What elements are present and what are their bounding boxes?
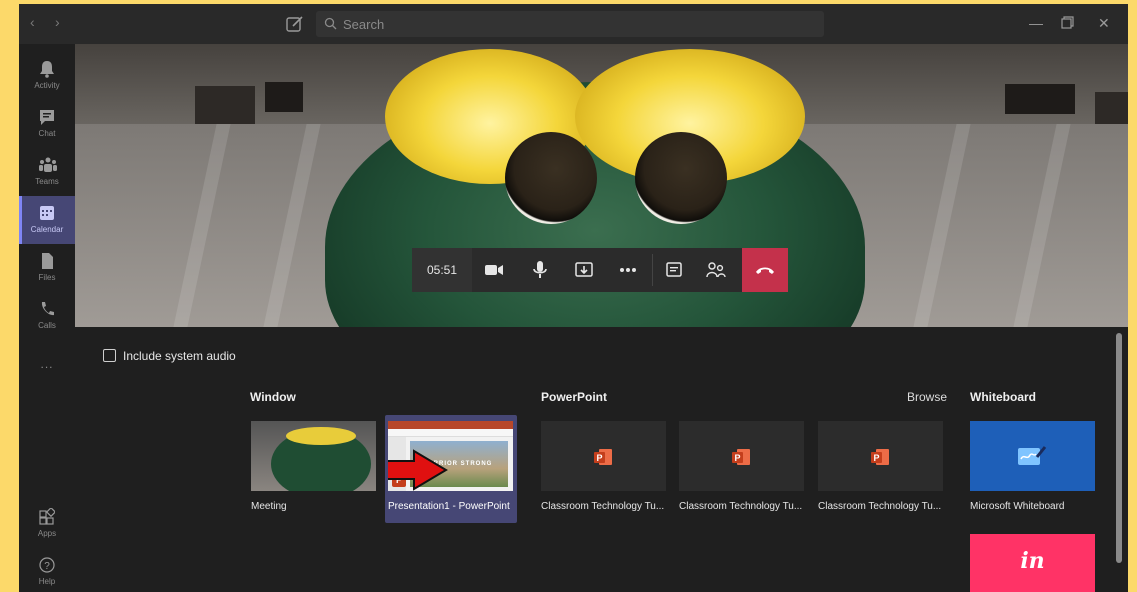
teams-window: ‹ › Search — ✕ Activity Chat Teams Calen… bbox=[19, 4, 1128, 592]
rail-label: Help bbox=[38, 577, 56, 586]
restore-icon[interactable] bbox=[1061, 16, 1074, 29]
tray-scrollbar[interactable] bbox=[1116, 333, 1122, 563]
browse-link[interactable]: Browse bbox=[907, 390, 947, 404]
window-section-title: Window bbox=[250, 390, 296, 404]
window-caption: Meeting bbox=[251, 501, 287, 512]
whiteboard-tile-microsoft[interactable] bbox=[970, 421, 1095, 491]
svg-text:P: P bbox=[596, 453, 602, 463]
presentation-thumb: WARRIOR STRONG P bbox=[388, 421, 513, 491]
call-control-bar: 05:51 bbox=[412, 248, 788, 292]
apps-icon bbox=[39, 508, 55, 525]
ceiling-fixture bbox=[1005, 84, 1075, 114]
camera-button[interactable] bbox=[476, 248, 512, 292]
bell-icon bbox=[40, 61, 54, 78]
app-rail: Activity Chat Teams Calendar Files Calls… bbox=[19, 44, 75, 592]
invision-logo: in bbox=[1020, 548, 1045, 574]
include-audio-checkbox[interactable] bbox=[103, 349, 116, 362]
powerpoint-icon: P bbox=[594, 449, 612, 465]
include-audio-label: Include system audio bbox=[123, 349, 236, 363]
file-icon bbox=[42, 253, 53, 269]
share-tray: Include system audio Window PowerPoint B… bbox=[75, 327, 1128, 592]
mascot-eye-right bbox=[635, 132, 727, 224]
participants-icon bbox=[706, 262, 726, 278]
rail-label: Files bbox=[38, 273, 56, 282]
red-arrow-icon bbox=[388, 449, 448, 491]
participants-button[interactable] bbox=[698, 248, 734, 292]
rail-label: Calls bbox=[38, 321, 56, 330]
hangup-button[interactable] bbox=[742, 248, 788, 292]
svg-text:P: P bbox=[734, 453, 740, 463]
video-feed: 05:51 bbox=[75, 44, 1128, 327]
svg-text:?: ? bbox=[44, 561, 50, 572]
powerpoint-icon: P bbox=[871, 449, 889, 465]
mic-icon bbox=[533, 261, 547, 278]
svg-text:P: P bbox=[873, 453, 879, 463]
rail-item-files[interactable]: Files bbox=[19, 244, 75, 292]
minimize-icon[interactable]: — bbox=[1029, 15, 1043, 31]
control-divider bbox=[652, 254, 653, 286]
rail-item-help[interactable]: ? Help bbox=[19, 548, 75, 592]
chevron-left-icon[interactable]: ‹ bbox=[30, 14, 35, 30]
powerpoint-tile-1[interactable]: P bbox=[541, 421, 666, 491]
phone-icon bbox=[41, 302, 54, 316]
whiteboard-tile-invision[interactable]: in bbox=[970, 534, 1095, 592]
powerpoint-icon: P bbox=[732, 449, 750, 465]
powerpoint-tile-3[interactable]: P bbox=[818, 421, 943, 491]
rail-label: Calendar bbox=[30, 225, 64, 234]
chat-icon bbox=[40, 110, 54, 125]
compose-icon[interactable] bbox=[285, 14, 305, 34]
ppt-toolbar bbox=[388, 429, 513, 437]
whiteboard-section-title: Whiteboard bbox=[970, 390, 1036, 404]
ceiling-fixture bbox=[265, 82, 303, 112]
chevron-right-icon[interactable]: › bbox=[55, 14, 60, 30]
search-icon bbox=[324, 17, 337, 30]
rail-item-apps[interactable]: Apps bbox=[19, 500, 75, 548]
rail-item-chat[interactable]: Chat bbox=[19, 100, 75, 148]
rail-item-calls[interactable]: Calls bbox=[19, 292, 75, 340]
hangup-icon bbox=[756, 267, 774, 274]
calendar-icon bbox=[40, 206, 54, 220]
powerpoint-section-title: PowerPoint bbox=[541, 390, 608, 404]
rail-item-teams[interactable]: Teams bbox=[19, 148, 75, 196]
more-actions-button[interactable] bbox=[610, 248, 646, 292]
search-input[interactable]: Search bbox=[316, 11, 824, 37]
camera-icon bbox=[485, 265, 503, 275]
powerpoint-caption: Classroom Technology Tu... bbox=[541, 501, 665, 512]
whiteboard-icon bbox=[1018, 446, 1047, 465]
search-placeholder: Search bbox=[343, 17, 385, 32]
whiteboard-caption: Microsoft Whiteboard bbox=[970, 501, 1065, 512]
more-icon bbox=[620, 268, 636, 272]
chat-icon bbox=[666, 262, 682, 277]
close-icon[interactable]: ✕ bbox=[1098, 15, 1110, 32]
mic-button[interactable] bbox=[522, 248, 558, 292]
rail-item-calendar[interactable]: Calendar bbox=[19, 196, 75, 244]
powerpoint-caption: Classroom Technology Tu... bbox=[818, 501, 942, 512]
rail-item-activity[interactable]: Activity bbox=[19, 52, 75, 100]
share-tray-button[interactable] bbox=[566, 248, 602, 292]
powerpoint-caption: Classroom Technology Tu... bbox=[679, 501, 803, 512]
rail-label: Activity bbox=[34, 81, 60, 90]
rail-label: Teams bbox=[35, 177, 59, 186]
teams-icon bbox=[39, 157, 57, 172]
powerpoint-tile-2[interactable]: P bbox=[679, 421, 804, 491]
call-timer: 05:51 bbox=[412, 248, 472, 292]
title-bar: ‹ › Search — ✕ bbox=[19, 4, 1128, 44]
rail-label: Chat bbox=[38, 129, 56, 138]
meeting-thumb-brow bbox=[286, 427, 356, 445]
more-apps-icon[interactable]: ... bbox=[19, 357, 75, 371]
window-caption: Presentation1 - PowerPoint bbox=[388, 501, 510, 512]
share-tray-icon bbox=[575, 262, 593, 277]
window-tile-presentation[interactable]: WARRIOR STRONG P Presentation1 - PowerPo… bbox=[385, 415, 517, 523]
rail-label: Apps bbox=[37, 529, 57, 538]
window-tile-meeting[interactable] bbox=[251, 421, 376, 491]
mascot-eye-left bbox=[505, 132, 597, 224]
ppt-ribbon bbox=[388, 421, 513, 429]
chat-button[interactable] bbox=[656, 248, 692, 292]
help-icon: ? bbox=[39, 557, 55, 573]
